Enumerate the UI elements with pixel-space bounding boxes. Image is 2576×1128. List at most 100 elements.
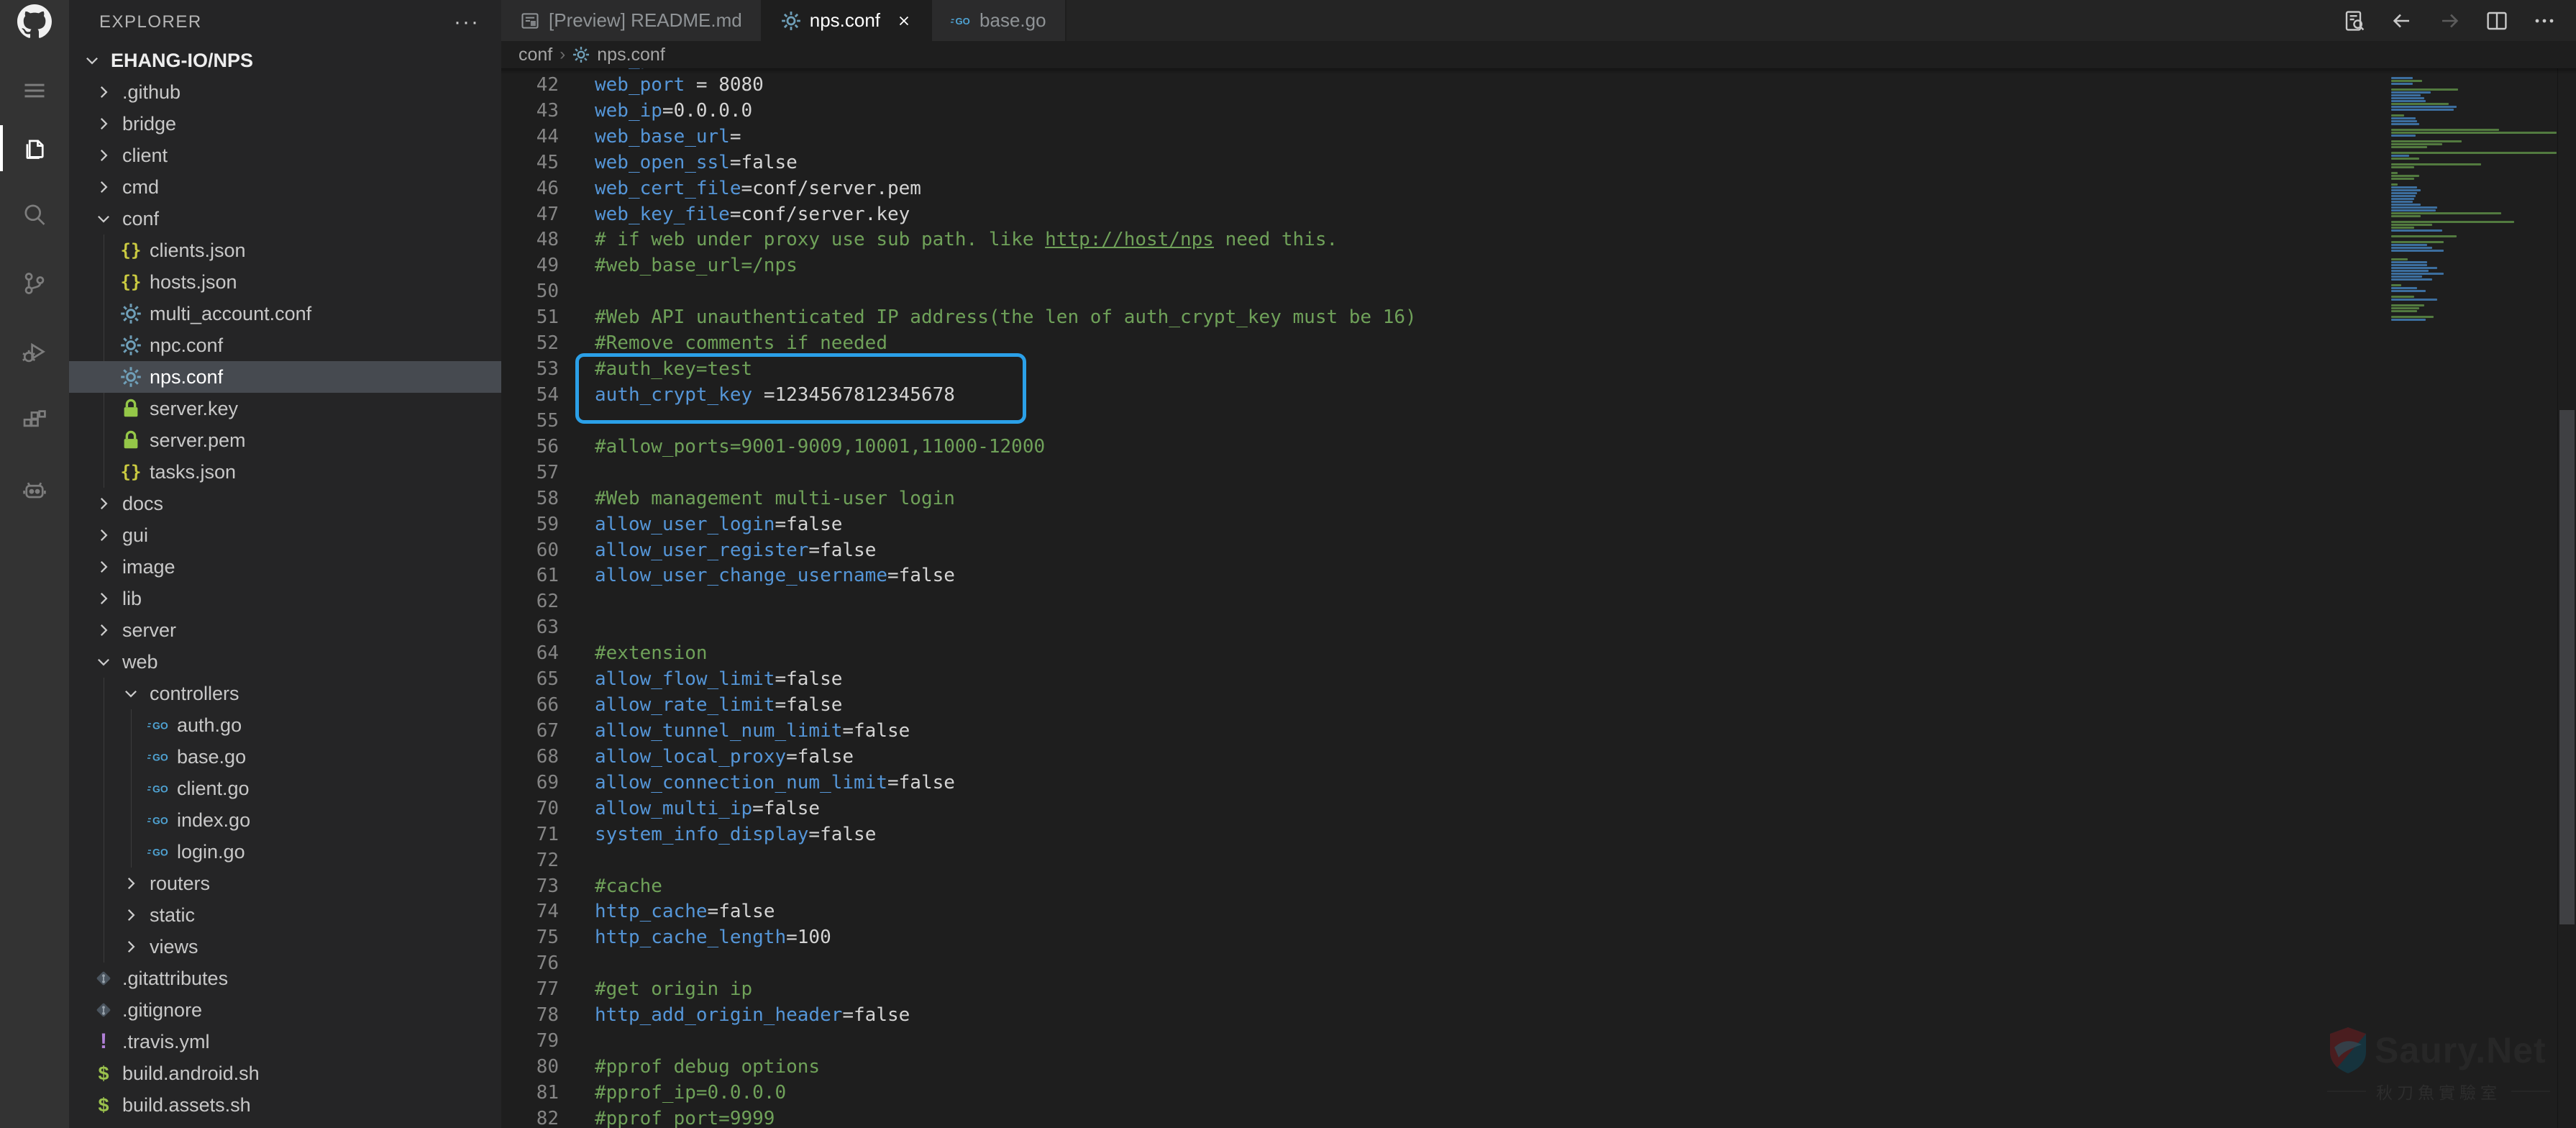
run-debug-icon[interactable] [0,325,69,380]
tree-item-cmd[interactable]: cmd [69,171,501,203]
watermark-line [2511,1091,2550,1092]
tree-item-tasks-json[interactable]: {} tasks.json [69,456,501,488]
open-preview-icon[interactable] [2343,9,2366,32]
tree-item-auth-go[interactable]: GOauth.go [69,709,501,741]
code-editor[interactable]: 41web_password=12342web_port = 808043web… [501,68,2576,1128]
minimap-row [2391,212,2501,214]
tree-item-server-key[interactable]: server.key [69,393,501,424]
breadcrumb-folder[interactable]: conf [519,45,552,65]
line-number: 75 [501,925,559,951]
scrollbar-thumb[interactable] [2559,410,2575,924]
tree-item-bridge[interactable]: bridge [69,108,501,140]
tree-item-server-pem[interactable]: server.pem [69,424,501,456]
tree-item-index-go[interactable]: GOindex.go [69,804,501,836]
line-number: 53 [501,357,559,383]
tree-item-label: routers [150,873,210,895]
tree-item-build-assets-sh[interactable]: $build.assets.sh [69,1089,501,1121]
minimap[interactable] [2391,77,2558,322]
line-number: 49 [501,253,559,279]
tree-root-item[interactable]: EHANG-IO/NPS [69,45,501,76]
breadcrumb-file[interactable]: nps.conf [597,45,665,65]
copilot-icon[interactable] [0,463,69,518]
tree-item-label: client [122,145,168,167]
sidebar-title: EXPLORER [99,12,202,32]
menu-icon[interactable] [0,63,69,118]
tree-item-routers[interactable]: routers [69,868,501,899]
extensions-icon[interactable] [0,394,69,449]
tree-item-nps-conf[interactable]: nps.conf [69,361,501,393]
line-number: 67 [501,719,559,745]
tree-item-github[interactable]: .github [69,76,501,108]
shell-file-icon: $ [91,1060,117,1086]
tree-item-travis-yml[interactable]: !.travis.yml [69,1026,501,1058]
tree-item-base-go[interactable]: GO base.go [69,741,501,773]
tree-item-gitattributes[interactable]: .gitattributes [69,963,501,994]
tree-item-login-go[interactable]: GOlogin.go [69,836,501,868]
minimap-row [2391,209,2436,212]
breadcrumb-separator: › [559,45,565,65]
svg-text:GO: GO [152,752,168,763]
minimap-row [2391,296,2414,298]
tree-item-lib[interactable]: lib [69,583,501,614]
tree-item-label: base.go [177,746,246,768]
minimap-row [2391,224,2432,226]
tree-item-controllers[interactable]: controllers [69,678,501,709]
explorer-icon[interactable] [0,121,69,176]
github-logo-icon[interactable] [17,4,52,39]
code-line-47: 47web_key_file=conf/server.key [501,202,2576,228]
minimap-row [2391,227,2414,229]
code-line-80: 80#pprof debug options [501,1055,2576,1081]
source-control-icon[interactable] [0,256,69,311]
tree-item-web[interactable]: web [69,646,501,678]
tree-item-label: multi_account.conf [150,303,311,325]
editor-scrollbar[interactable] [2557,68,2576,1128]
json-file-icon: {} [118,459,144,485]
tree-item-npc-conf[interactable]: npc.conf [69,329,501,361]
minimap-row [2391,198,2414,200]
tree-item-label: server [122,619,176,642]
code-line-65: 65allow_flow_limit=false [501,667,2576,693]
search-icon[interactable] [0,187,69,242]
tree-item-label: views [150,936,198,958]
tree-item-static[interactable]: static [69,899,501,931]
code-line-68: 68allow_local_proxy=false [501,745,2576,770]
minimap-row [2391,264,2427,266]
tab-preview-readme-md[interactable]: [Preview] README.md [501,0,762,41]
tree-item-build-android-sh[interactable]: $build.android.sh [69,1058,501,1089]
gear-file-icon [118,301,144,327]
tree-item-hosts-json[interactable]: {}hosts.json [69,266,501,298]
tree-item-gitignore[interactable]: .gitignore [69,994,501,1026]
tree-item-label: build.android.sh [122,1063,260,1085]
sidebar-more-actions-icon[interactable]: ··· [454,10,480,35]
minimap-row [2391,261,2427,263]
tree-item-server[interactable]: server [69,614,501,646]
split-editor-icon[interactable] [2485,9,2508,32]
tree-item-views[interactable]: views [69,931,501,963]
go-back-icon[interactable] [2390,9,2413,32]
tree-item-label: .travis.yml [122,1031,210,1053]
tree-item-multi-account-conf[interactable]: multi_account.conf [69,298,501,329]
tab-base-go[interactable]: GObase.go [932,0,1067,41]
minimap-row [2391,206,2437,209]
tab-nps-conf[interactable]: nps.conf [762,0,932,41]
line-number: 46 [501,176,559,202]
tree-item-image[interactable]: image [69,551,501,583]
svg-text:GO: GO [152,783,168,795]
minimap-row [2391,183,2398,186]
tree-item-client[interactable]: client [69,140,501,171]
tree-item-conf[interactable]: conf [69,203,501,235]
more-actions-icon[interactable] [2533,9,2556,32]
explorer-sidebar: EXPLORER ··· EHANG-IO/NPS.githubbridge cl… [69,0,501,1128]
close-icon[interactable] [896,13,912,29]
tree-item-label: .gitignore [122,999,202,1022]
tree-item-clients-json[interactable]: {}clients.json [69,235,501,266]
tree-item-label: tasks.json [150,461,236,483]
line-number: 44 [501,124,559,150]
tree-item-label: web [122,651,158,673]
gear-file-icon [118,364,144,390]
tree-item-client-go[interactable]: GOclient.go [69,773,501,804]
breadcrumb[interactable]: conf › nps.conf [501,41,2576,68]
tree-item-gui[interactable]: gui [69,519,501,551]
tree-item-docs[interactable]: docs [69,488,501,519]
minimap-row [2391,250,2444,252]
